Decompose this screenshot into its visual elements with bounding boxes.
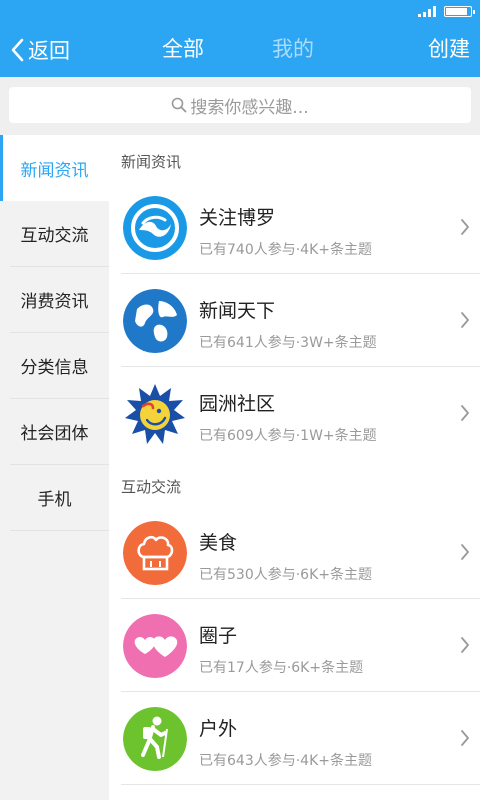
section-title: 互动交流 [109, 460, 480, 506]
forum-list: 新闻资讯 关注博罗 已有740人参与·4K+条主题 新闻天下 已有641人参与·… [109, 135, 480, 800]
forum-name: 关注博罗 [199, 207, 276, 229]
list-item[interactable]: 户外 已有643人参与·4K+条主题 [109, 692, 480, 785]
forum-stats: 已有609人参与·1W+条主题 [199, 428, 377, 444]
back-button[interactable]: 返回 [10, 22, 70, 77]
chevron-right-icon [461, 730, 469, 746]
forum-name: 新闻天下 [199, 300, 276, 322]
sidebar-item-interaction[interactable]: 互动交流 [10, 201, 109, 267]
forum-name: 圈子 [199, 625, 238, 647]
chevron-right-icon [461, 219, 469, 235]
battery-icon [444, 6, 475, 17]
forum-stats: 已有641人参与·3W+条主题 [199, 335, 377, 351]
create-button[interactable]: 创建 [428, 22, 470, 77]
forum-name: 美食 [199, 532, 238, 554]
category-sidebar: 新闻资讯 互动交流 消费资讯 分类信息 社会团体 手机 [0, 135, 109, 800]
forum-stats: 已有643人参与·4K+条主题 [199, 753, 372, 769]
search-input[interactable]: 搜索你感兴趣... [9, 87, 471, 123]
forum-name: 户外 [199, 718, 238, 740]
tab-mine[interactable]: 我的 [272, 22, 314, 77]
hearts-icon [123, 614, 187, 678]
sidebar-item-groups[interactable]: 社会团体 [10, 399, 109, 465]
wave-logo-icon [123, 196, 187, 260]
sidebar-item-phone[interactable]: 手机 [10, 465, 109, 531]
hiker-icon [123, 707, 187, 771]
list-item[interactable]: 圈子 已有17人参与·6K+条主题 [109, 599, 480, 692]
forum-stats: 已有17人参与·6K+条主题 [199, 660, 364, 676]
chevron-right-icon [461, 312, 469, 328]
list-item[interactable]: 新闻天下 已有641人参与·3W+条主题 [109, 274, 480, 367]
back-label: 返回 [28, 38, 70, 63]
signal-icon [418, 6, 436, 17]
list-item[interactable]: 美食 已有530人参与·6K+条主题 [109, 506, 480, 599]
search-icon [172, 97, 187, 113]
sidebar-item-classified[interactable]: 分类信息 [10, 333, 109, 399]
forum-stats: 已有740人参与·4K+条主题 [199, 242, 372, 258]
sidebar-item-label: 消费资讯 [20, 292, 89, 312]
chef-hat-icon [123, 521, 187, 585]
sun-face-icon [123, 382, 187, 446]
chevron-left-icon [11, 38, 24, 61]
sidebar-item-consumer[interactable]: 消费资讯 [10, 267, 109, 333]
search-placeholder: 搜索你感兴趣... [190, 97, 309, 118]
sidebar-item-label: 新闻资讯 [20, 160, 89, 181]
sidebar-item-label: 手机 [37, 490, 72, 510]
sidebar-item-label: 分类信息 [20, 358, 89, 378]
section-title: 新闻资讯 [121, 153, 182, 171]
globe-icon [123, 289, 187, 353]
chevron-right-icon [461, 637, 469, 653]
list-item[interactable]: 园洲社区 已有609人参与·1W+条主题 [109, 367, 480, 460]
sidebar-item-label: 社会团体 [20, 424, 89, 444]
sidebar-item-news[interactable]: 新闻资讯 [0, 135, 109, 201]
chevron-right-icon [461, 405, 469, 421]
nav-bar: 返回 全部 我的 创建 [0, 22, 480, 77]
sidebar-item-label: 互动交流 [20, 226, 89, 246]
status-bar [0, 0, 480, 22]
tab-all[interactable]: 全部 [162, 22, 204, 77]
forum-name: 园洲社区 [199, 393, 276, 415]
divider [121, 784, 480, 785]
search-area: 搜索你感兴趣... [0, 77, 480, 135]
list-item[interactable]: 关注博罗 已有740人参与·4K+条主题 [109, 181, 480, 274]
forum-stats: 已有530人参与·6K+条主题 [199, 567, 372, 583]
chevron-right-icon [461, 544, 469, 560]
